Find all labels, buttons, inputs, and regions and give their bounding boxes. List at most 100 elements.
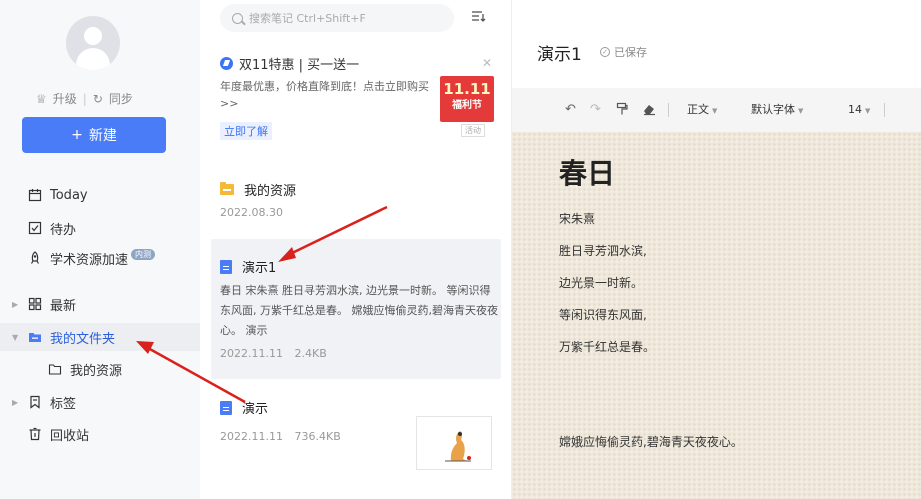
promo-title: 双11特惠 | 买一送一	[220, 54, 359, 73]
promo-image-big: 11.11	[443, 80, 491, 98]
sync-icon: ↻	[92, 91, 103, 106]
note-meta: 2022.11.11 736.4KB	[220, 430, 341, 443]
redo-icon[interactable]: ↷	[590, 102, 601, 118]
font-size-select[interactable]: 14 ▼	[848, 102, 870, 119]
paragraph-style-label: 正文	[687, 103, 709, 116]
sidebar-item-my-folder[interactable]: ▼ 我的文件夹	[0, 323, 200, 351]
beta-badge: 内测	[131, 248, 156, 260]
note-title: 演示1	[220, 257, 276, 276]
folder-icon	[28, 330, 42, 344]
note-title: 演示	[220, 398, 268, 417]
chevron-right-icon[interactable]: ▶	[12, 398, 18, 407]
save-status: ✓ 已保存	[600, 44, 647, 60]
editor-toolbar: ↶ ↷ 正文 ▼ 默认字体 ▼ 14 ▼	[512, 88, 921, 132]
note-title: 我的资源	[220, 180, 296, 199]
note-size: 736.4KB	[294, 430, 341, 443]
trash-icon	[28, 427, 42, 441]
list-item[interactable]: 演示 2022.11.11 736.4KB	[211, 386, 501, 486]
document-line: 胜日寻芳泗水滨,	[559, 244, 647, 258]
sidebar: ♕ 升级 | ↻ 同步 + 新建 Today 待办 学术资源加速 内测 ▶ 最新…	[0, 0, 200, 499]
promo-image[interactable]: 11.11 福利节	[440, 76, 494, 122]
sidebar-item-recent[interactable]: ▶ 最新	[0, 290, 200, 318]
document-title[interactable]: 演示1	[537, 40, 582, 65]
account-actions: ♕ 升级 | ↻ 同步	[36, 90, 133, 107]
note-date: 2022.11.11	[220, 347, 283, 360]
sidebar-item-my-resources[interactable]: 我的资源	[0, 355, 200, 383]
chevron-down-icon: ▼	[712, 107, 718, 115]
sidebar-item-todo[interactable]: 待办	[0, 214, 200, 242]
list-item-selected[interactable]: 演示1 春日 宋朱熹 胜日寻芳泗水滨, 边光景一时新。 等闲识得东风面, 万紫千…	[211, 239, 501, 379]
upgrade-link[interactable]: 升级	[53, 90, 77, 107]
promo-tag: 活动	[461, 124, 485, 137]
sidebar-item-label: 我的资源	[70, 363, 123, 379]
sync-link[interactable]: 同步	[109, 90, 133, 107]
note-size: 2.4KB	[294, 347, 327, 360]
new-button-label: 新建	[88, 128, 117, 144]
note-title-text: 演示1	[242, 261, 277, 276]
note-date: 2022.11.11	[220, 430, 283, 443]
document-line: 嫦娥应悔偷灵药,碧海青天夜夜心。	[559, 435, 743, 449]
sidebar-item-label: 最新	[50, 298, 77, 314]
save-status-text: 已保存	[614, 46, 647, 59]
note-date: 2022.08.30	[220, 206, 283, 219]
document-heading: 春日	[559, 157, 616, 190]
chevron-down-icon[interactable]: ▼	[12, 333, 18, 342]
document-line: 等闲识得东风面,	[559, 308, 647, 322]
note-snippet: 春日 宋朱熹 胜日寻芳泗水滨, 边光景一时新。 等闲识得东风面, 万紫千红总是春…	[220, 284, 498, 337]
sort-icon[interactable]	[470, 8, 486, 24]
sidebar-item-label: 标签	[50, 396, 77, 412]
document-icon	[220, 259, 232, 274]
checkbox-icon	[28, 221, 42, 235]
search-input[interactable]: 搜索笔记 Ctrl+Shift+F	[220, 4, 454, 32]
promo-text: 年度最优惠，价格直降到底！点击立即购买>>	[220, 80, 429, 110]
font-size-label: 14	[848, 103, 862, 116]
document-line: 边光景一时新。	[559, 276, 644, 290]
sidebar-item-academic[interactable]: 学术资源加速 内测	[0, 244, 200, 272]
font-family-select[interactable]: 默认字体 ▼	[751, 102, 803, 119]
sidebar-item-label: 学术资源加速	[50, 252, 129, 268]
search-icon	[232, 12, 243, 24]
promo-image-small: 福利节	[452, 100, 482, 111]
folder-icon	[220, 182, 234, 195]
upgrade-icon: ♕	[36, 91, 47, 106]
avatar[interactable]	[66, 16, 120, 70]
sidebar-item-tags[interactable]: ▶ 标签	[0, 388, 200, 416]
check-circle-icon: ✓	[600, 47, 610, 57]
font-family-label: 默认字体	[751, 103, 795, 116]
sidebar-item-label: 回收站	[50, 428, 90, 444]
sidebar-item-label: Today	[50, 187, 88, 203]
sidebar-item-label: 待办	[50, 222, 77, 238]
document-line: 宋朱熹	[559, 212, 596, 226]
list-item[interactable]: 我的资源 2022.08.30	[211, 170, 501, 230]
document-icon	[220, 400, 232, 415]
chevron-right-icon[interactable]: ▶	[12, 300, 18, 309]
toolbar-divider	[884, 103, 885, 117]
sidebar-item-label: 我的文件夹	[50, 331, 116, 347]
eraser-icon[interactable]	[642, 102, 656, 121]
chevron-down-icon: ▼	[798, 107, 804, 115]
note-title-text: 我的资源	[244, 184, 297, 199]
note-meta: 2022.11.11 2.4KB	[220, 347, 327, 360]
sidebar-item-trash[interactable]: 回收站	[0, 420, 200, 448]
grid-icon	[28, 297, 42, 311]
promo-link[interactable]: 立即了解	[220, 122, 272, 140]
note-thumbnail	[416, 416, 492, 470]
promo-banner[interactable]: 双11特惠 | 买一送一 ✕ 年度最优惠，价格直降到底！点击立即购买>> 11.…	[211, 44, 501, 144]
document-line: 万紫千红总是春。	[559, 340, 656, 354]
close-icon[interactable]: ✕	[482, 56, 492, 70]
folder-outline-icon	[48, 362, 62, 376]
note-title-text: 演示	[242, 402, 269, 417]
search-placeholder: 搜索笔记 Ctrl+Shift+F	[249, 12, 366, 25]
new-button[interactable]: + 新建	[22, 117, 166, 153]
promo-title-text: 双11特惠 | 买一送一	[239, 58, 360, 73]
chevron-down-icon: ▼	[865, 107, 871, 115]
plus-icon: +	[71, 127, 83, 143]
undo-icon[interactable]: ↶	[565, 102, 576, 118]
sidebar-item-today[interactable]: Today	[0, 181, 200, 209]
calendar-icon	[28, 188, 42, 202]
promo-logo-icon	[220, 57, 233, 70]
rocket-icon	[28, 251, 42, 265]
format-painter-icon[interactable]	[616, 102, 628, 121]
paragraph-style-select[interactable]: 正文 ▼	[687, 102, 717, 119]
toolbar-divider	[668, 103, 669, 117]
